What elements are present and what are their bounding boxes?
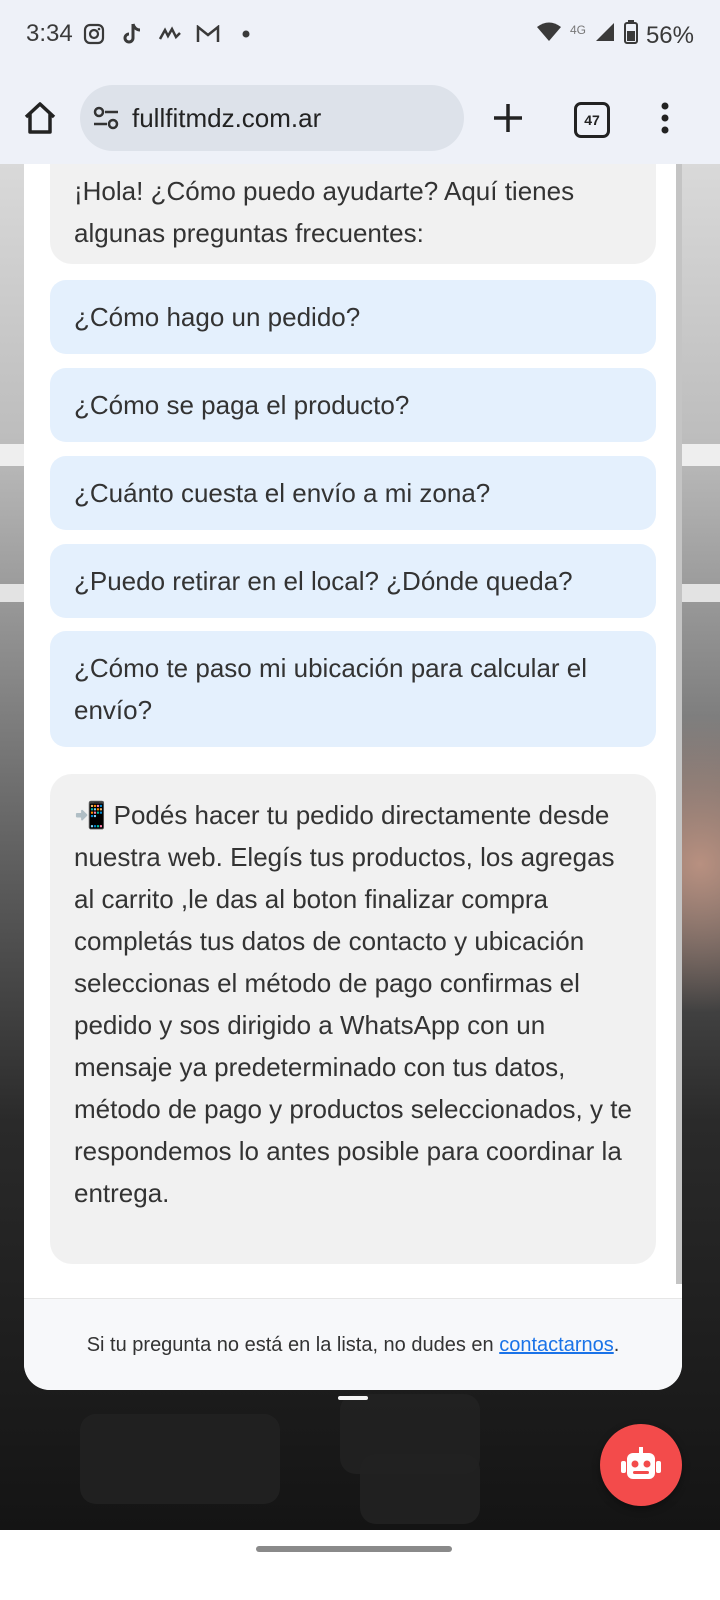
network-type: 4G (569, 22, 586, 37)
faq-label: ¿Cómo se paga el producto? (74, 390, 410, 420)
system-navigation-bar (0, 1530, 720, 1600)
bot-greeting-text: ¡Hola! ¿Cómo puedo ayudarte? Aquí tienes… (74, 176, 575, 248)
instagram-icon (82, 22, 106, 46)
chatbot-toggle-button[interactable] (600, 1424, 682, 1506)
footer-text: Si tu pregunta no está en la lista, no d… (87, 1334, 620, 1357)
faq-label: ¿Cómo hago un pedido? (74, 302, 361, 332)
faq-button-pedido[interactable]: ¿Cómo hago un pedido? (50, 280, 656, 354)
site-settings-icon[interactable] (92, 104, 120, 132)
faq-button-envio[interactable]: ¿Cuánto cuesta el envío a mi zona? (50, 456, 656, 530)
background-dumbbell (360, 1454, 480, 1524)
home-button[interactable] (20, 98, 60, 138)
faq-button-retiro[interactable]: ¿Puedo retirar en el local? ¿Dónde queda… (50, 544, 656, 618)
bot-answer-text: 📲 Podés hacer tu pedido directamente des… (74, 800, 632, 1208)
robot-icon (621, 1447, 661, 1479)
more-vert-icon (661, 102, 669, 134)
home-gesture-handle[interactable] (256, 1546, 452, 1552)
tiktok-icon (120, 22, 144, 46)
status-bar: 3:34 4G 56% (0, 0, 720, 72)
footer-suffix: . (613, 1333, 620, 1356)
bot-greeting-message: ¡Hola! ¿Cómo puedo ayudarte? Aquí tienes… (50, 164, 656, 264)
contact-link[interactable]: contactarnos (499, 1334, 614, 1356)
faq-label: ¿Puedo retirar en el local? ¿Dónde queda… (74, 566, 573, 596)
notification-icons (82, 22, 258, 46)
url-bar[interactable]: fullfitmdz.com.ar (80, 85, 464, 151)
bot-answer-message: 📲 Podés hacer tu pedido directamente des… (50, 774, 656, 1264)
url-text: fullfitmdz.com.ar (132, 102, 322, 133)
background-dumbbell (80, 1414, 280, 1504)
plus-icon (494, 104, 522, 132)
chat-footer: Si tu pregunta no está en la lista, no d… (24, 1298, 682, 1390)
new-tab-button[interactable] (488, 98, 528, 138)
panel-handle[interactable] (338, 1396, 368, 1400)
scrollbar-thumb[interactable] (676, 164, 682, 1284)
overflow-menu-button[interactable] (650, 98, 680, 138)
chatbot-panel: ¡Hola! ¿Cómo puedo ayudarte? Aquí tienes… (24, 164, 682, 1390)
dot-icon (234, 22, 258, 46)
footer-prefix: Si tu pregunta no está en la lista, no d… (86, 1333, 500, 1356)
faq-label: ¿Cuánto cuesta el envío a mi zona? (74, 478, 491, 508)
gmail-icon (196, 22, 220, 46)
faq-label: ¿Cómo te paso mi ubicación para calcular… (74, 653, 588, 725)
signal-icon (594, 21, 616, 50)
system-status: 4G 56% (536, 20, 694, 51)
browser-toolbar: fullfitmdz.com.ar 47 (0, 72, 720, 165)
squiggle-icon (158, 22, 182, 46)
status-time: 3:34 (26, 20, 73, 47)
wifi-icon (536, 21, 562, 50)
faq-button-pago[interactable]: ¿Cómo se paga el producto? (50, 368, 656, 442)
faq-button-ubicacion[interactable]: ¿Cómo te paso mi ubicación para calcular… (50, 631, 656, 747)
tab-switcher-button[interactable]: 47 (574, 102, 610, 138)
home-icon (24, 102, 56, 134)
battery-percent: 56% (645, 21, 694, 49)
battery-icon (623, 20, 638, 51)
